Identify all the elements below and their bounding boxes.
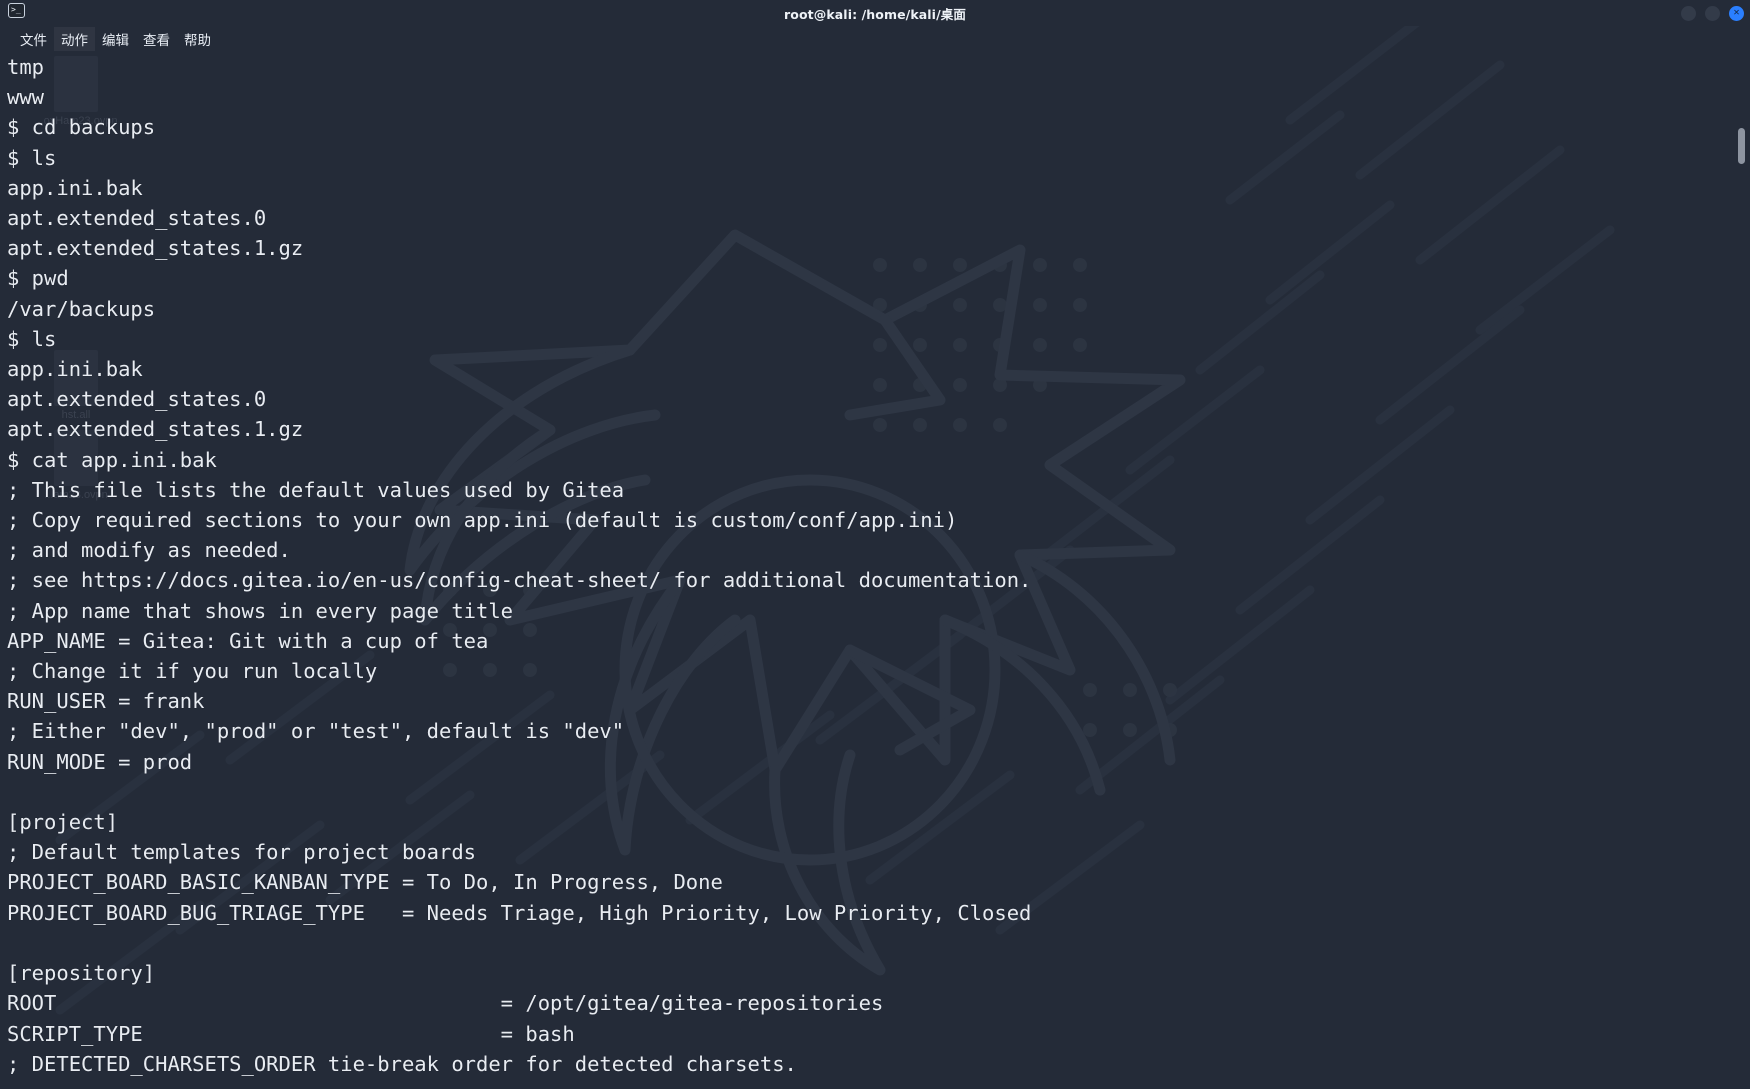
close-button[interactable]: ✕ [1729, 5, 1744, 21]
menu-actions[interactable]: 动作 [54, 27, 95, 51]
terminal-line: ; App name that shows in every page titl… [7, 598, 514, 623]
window-controls: ✕ [1681, 0, 1744, 26]
terminal-line: ; This file lists the default values use… [7, 477, 625, 502]
terminal-line: apt.extended_states.1.gz [7, 417, 304, 442]
menu-file[interactable]: 文件 [13, 27, 54, 51]
terminal-line: SCRIPT_TYPE = bash [7, 1021, 575, 1046]
terminal-line: $ cat app.ini.bak [7, 447, 217, 472]
terminal-line: RUN_MODE = prod [7, 749, 193, 774]
terminal-line: APP_NAME = Gitea: Git with a cup of tea [7, 628, 489, 653]
terminal-line: ; Default templates for project boards [7, 840, 476, 865]
terminal-line: ; Either "dev", "prod" or "test", defaul… [7, 719, 625, 744]
terminal-window: ...oxHam23.ovpn hst.all ...am23.ovpn roo… [0, 0, 1750, 1089]
terminal-line: ROOT = /opt/gitea/gitea-repositories [7, 991, 884, 1016]
terminal-line: $ pwd [7, 266, 69, 291]
terminal-line: PROJECT_BOARD_BASIC_KANBAN_TYPE = To Do,… [7, 870, 723, 895]
terminal-line: ; and modify as needed. [7, 538, 291, 563]
terminal-line: app.ini.bak [7, 175, 143, 200]
terminal-line: $ ls [7, 326, 57, 351]
terminal-output[interactable]: tmp www $ cd backups $ ls app.ini.bak apt.ext… [0, 52, 1750, 1089]
terminal-line: RUN_USER = frank [7, 689, 205, 714]
maximize-button[interactable] [1705, 5, 1720, 21]
terminal-line: ; see https://docs.gitea.io/en-us/config… [7, 568, 1032, 593]
terminal-line: apt.extended_states.0 [7, 206, 267, 231]
terminal-line: $ cd backups [7, 115, 156, 140]
title-bar[interactable]: root@kali: /home/kali/桌面 ✕ [0, 0, 1750, 26]
window-title: root@kali: /home/kali/桌面 [784, 6, 966, 22]
menu-edit[interactable]: 编辑 [95, 27, 136, 51]
terminal-line: tmp [7, 55, 45, 79]
scrollbar-thumb[interactable] [1738, 128, 1745, 164]
terminal-line: ; Change it if you run locally [7, 659, 378, 684]
terminal-line: /var/backups [7, 296, 156, 321]
terminal-line: $ ls [7, 145, 57, 170]
terminal-line: PROJECT_BOARD_BUG_TRIAGE_TYPE = Needs Tr… [7, 900, 1032, 925]
terminal-icon[interactable]: >_ [8, 3, 25, 18]
terminal-line: [repository] [7, 961, 156, 986]
terminal-scrollbar[interactable] [1734, 52, 1748, 1089]
menu-help[interactable]: 帮助 [177, 27, 218, 51]
terminal-line: ; Copy required sections to your own app… [7, 508, 958, 533]
terminal-line: [project] [7, 810, 119, 835]
terminal-line: app.ini.bak [7, 357, 143, 382]
terminal-line: apt.extended_states.0 [7, 387, 267, 412]
menu-bar: 文件 动作 编辑 查看 帮助 [0, 26, 1750, 52]
minimize-button[interactable] [1681, 5, 1696, 21]
terminal-line: apt.extended_states.1.gz [7, 236, 304, 261]
menu-view[interactable]: 查看 [136, 27, 177, 51]
terminal-line: ; DETECTED_CHARSETS_ORDER tie-break orde… [7, 1051, 797, 1076]
terminal-line: www [7, 85, 45, 110]
